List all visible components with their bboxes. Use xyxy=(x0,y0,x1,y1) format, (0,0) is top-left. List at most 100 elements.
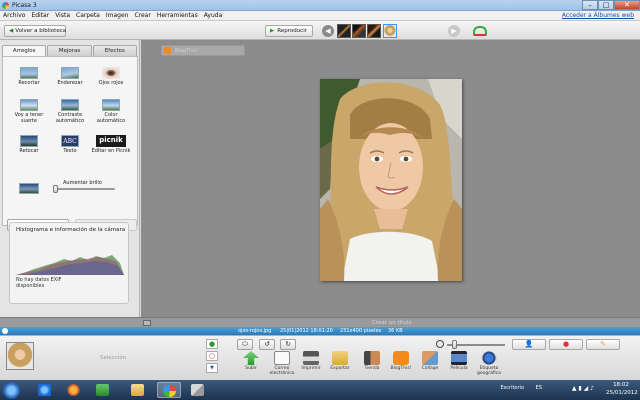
picnik-tool[interactable]: picnik Editar en Picnik xyxy=(91,135,131,155)
blogthis-button[interactable]: BlogThis! xyxy=(161,45,245,56)
menu-vista[interactable]: Vista xyxy=(55,12,70,19)
shop-icon xyxy=(364,351,380,365)
menu-crear[interactable]: Crear xyxy=(134,12,150,19)
envelope-icon xyxy=(274,351,290,365)
status-datetime: 25|01|2012 18:01:20 xyxy=(280,328,333,334)
people-button[interactable]: 👤 xyxy=(512,339,546,350)
clock-date: 25/01/2012 xyxy=(606,390,638,396)
lucky-icon xyxy=(20,99,38,111)
status-filename: ojos-rojos.jpg xyxy=(238,328,272,334)
taskbar-ie[interactable] xyxy=(33,382,57,398)
histogram-panel: Histograma e información de la cámara No… xyxy=(9,222,129,304)
rotate-cw-icon[interactable]: ↻ xyxy=(280,339,296,350)
folder-icon xyxy=(131,384,144,396)
tags-button[interactable]: ✎ xyxy=(586,339,620,350)
clock[interactable]: 18:02 25/01/2012 xyxy=(606,381,638,397)
filmstrip-thumbnail-selected[interactable] xyxy=(383,24,397,38)
next-photo-button[interactable]: ▶ xyxy=(448,25,460,37)
start-button[interactable] xyxy=(3,382,20,399)
share-icon[interactable] xyxy=(473,26,487,36)
back-label: Volver a biblioteca xyxy=(15,28,67,34)
tray-thumbnail[interactable] xyxy=(6,342,34,370)
rotate-right-icon[interactable]: ⬭ xyxy=(237,339,253,350)
fill-light-slider[interactable] xyxy=(53,188,115,190)
minimize-button[interactable]: – xyxy=(582,0,598,10)
exif-info: No hay datos EXIF disponibles xyxy=(16,277,62,289)
hold-icon[interactable]: ● xyxy=(206,339,218,349)
tab-tuning[interactable]: Mejoras xyxy=(47,45,92,56)
menu-carpeta[interactable]: Carpeta xyxy=(76,12,100,19)
auto-color-tool[interactable]: Color automático xyxy=(91,99,131,124)
clear-icon[interactable]: ○ xyxy=(206,351,218,361)
straighten-tool[interactable]: Enderezar xyxy=(50,67,90,87)
movie-button[interactable]: Película xyxy=(444,351,474,371)
shop-button[interactable]: Tienda xyxy=(357,351,387,371)
tab-effects[interactable]: Efectos xyxy=(92,45,137,56)
blogger-icon xyxy=(164,47,171,54)
zoom-icon xyxy=(436,340,444,348)
language-indicator[interactable]: ES xyxy=(536,385,542,391)
crop-tool[interactable]: Recortar xyxy=(9,67,49,87)
auto-contrast-tool[interactable]: Contraste automático xyxy=(50,99,90,124)
globe-icon xyxy=(481,351,497,365)
signin-link[interactable]: Acceder a Álbumes web xyxy=(562,12,634,19)
messenger-icon xyxy=(96,384,109,396)
previous-photo-button[interactable]: ◀ xyxy=(322,25,334,37)
menu-archivo[interactable]: Archivo xyxy=(3,12,25,19)
text-tool[interactable]: ABC Texto xyxy=(50,135,90,155)
feeling-lucky-tool[interactable]: Voy a tener suerte xyxy=(9,99,49,124)
red-eye-tool[interactable]: Ojos rojos xyxy=(91,67,131,87)
filmstrip-thumbnail[interactable] xyxy=(367,24,381,38)
menu-herramientas[interactable]: Herramientas xyxy=(157,12,198,19)
caption-toggle[interactable] xyxy=(143,320,151,326)
fill-light-label: Aumentar brillo xyxy=(63,180,102,186)
menu-imagen[interactable]: Imagen xyxy=(106,12,129,19)
blogthis-tray-button[interactable]: BlogThis! xyxy=(386,351,416,371)
taskbar-paint[interactable] xyxy=(186,382,210,398)
taskbar-messenger[interactable] xyxy=(91,382,115,398)
email-button[interactable]: Correo electrónico xyxy=(267,351,297,376)
folder-icon xyxy=(332,351,348,365)
window-title: Picasa 3 xyxy=(12,2,37,9)
maximize-button[interactable]: □ xyxy=(598,0,614,10)
upload-icon xyxy=(243,351,259,365)
caption-input[interactable]: Crear un título xyxy=(372,320,412,326)
zoom-slider-knob[interactable] xyxy=(452,340,457,349)
fill-light-slider-knob[interactable] xyxy=(53,185,58,193)
places-button[interactable]: ● xyxy=(549,339,583,350)
retouch-tool[interactable]: Retocar xyxy=(9,135,49,155)
picasa-icon xyxy=(163,385,176,397)
slideshow-button[interactable]: ▶ Reproducir xyxy=(265,25,313,37)
tab-basic-fixes[interactable]: Arreglos básicos xyxy=(2,45,47,64)
print-button[interactable]: Imprimir xyxy=(296,351,326,371)
collage-button[interactable]: Collage xyxy=(415,351,445,371)
play-icon: ▶ xyxy=(270,28,275,34)
close-button[interactable]: ✕ xyxy=(614,0,640,10)
filmstrip-thumbnail[interactable] xyxy=(352,24,366,38)
status-dimensions: 231x400 píxeles xyxy=(340,328,382,334)
paint-icon xyxy=(191,384,204,396)
add-to-album-icon[interactable]: ▼ xyxy=(206,363,218,373)
crop-icon xyxy=(20,67,38,79)
menu-bar: Archivo Editar Vista Carpeta Imagen Crea… xyxy=(0,11,640,21)
back-to-library-button[interactable]: ◀ Volver a biblioteca xyxy=(4,25,66,37)
desktop-toolbar-label[interactable]: Escritorio xyxy=(501,385,524,391)
taskbar-explorer[interactable] xyxy=(126,382,150,398)
export-button[interactable]: Exportar xyxy=(325,351,355,371)
rotate-ccw-icon[interactable]: ↺ xyxy=(259,339,275,350)
edit-panel: Arreglos básicos Mejoras Efectos Recorta… xyxy=(0,40,140,327)
upload-button[interactable]: Subir xyxy=(236,351,266,371)
filmstrip-thumbnail[interactable] xyxy=(337,24,351,38)
menu-editar[interactable]: Editar xyxy=(31,12,49,19)
contrast-icon xyxy=(61,99,79,111)
taskbar-firefox[interactable] xyxy=(62,382,86,398)
clock-time: 18:02 xyxy=(613,382,629,388)
taskbar-picasa[interactable] xyxy=(157,382,181,398)
menu-ayuda[interactable]: Ayuda xyxy=(204,12,223,19)
geotag-button[interactable]: Etiqueta geográfica xyxy=(474,351,504,376)
portrait-photo xyxy=(320,79,462,281)
ie-icon xyxy=(38,384,51,396)
tray-icons[interactable]: ▲ ▮ ◢ ♪ xyxy=(572,385,594,392)
main-photo[interactable] xyxy=(320,79,462,281)
firefox-icon xyxy=(67,384,80,396)
